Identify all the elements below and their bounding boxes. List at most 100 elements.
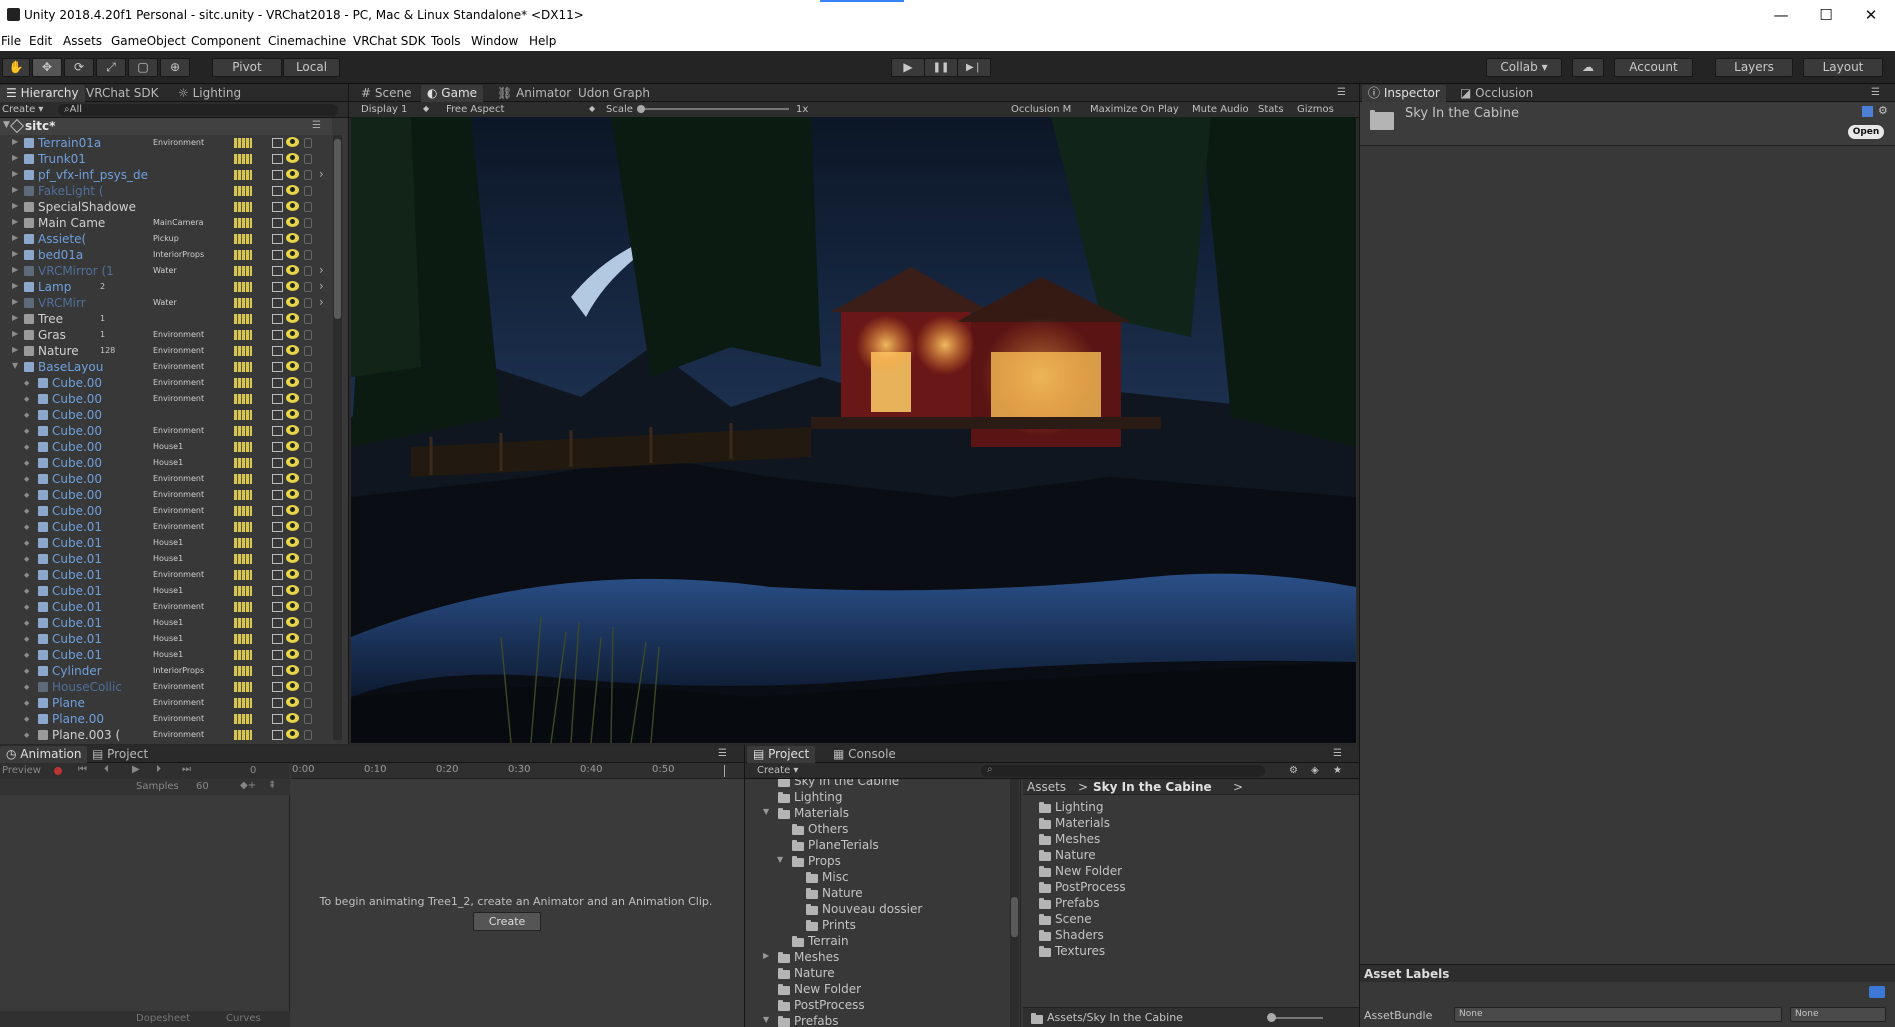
hierarchy-row[interactable]: ▶ Lamp 2 › [0,279,340,295]
select-box-icon[interactable] [272,298,283,308]
select-box-icon[interactable] [272,506,283,516]
expand-arrow-icon[interactable]: ▶ [12,281,18,290]
tab-console[interactable]: ▦ Console [827,746,902,763]
hierarchy-row[interactable]: ◆ Cube.01 House1 [0,583,340,599]
gizmos-dropdown[interactable]: Gizmos [1297,104,1334,115]
expand-arrow-icon[interactable]: ◆ [24,443,29,451]
panel-menu-icon[interactable]: ☰ [1331,85,1352,102]
select-box-icon[interactable] [272,138,283,148]
lock-icon[interactable] [304,570,312,580]
menu-window[interactable]: Window [471,34,518,48]
expand-arrow-icon[interactable]: ◆ [24,731,29,739]
breadcrumb-assets[interactable]: Assets [1027,780,1066,794]
tab-inspector[interactable]: ⓘ Inspector [1362,85,1446,102]
hierarchy-row[interactable]: ◆ Cube.01 House1 [0,631,340,647]
prefab-open-chevron-icon[interactable]: › [319,279,324,293]
menu-file[interactable]: File [1,34,21,48]
visibility-eye-icon[interactable] [286,457,299,467]
record-icon[interactable] [54,767,62,775]
lock-icon[interactable] [304,362,312,372]
step-button[interactable]: ▶❘ [957,58,991,77]
lock-icon[interactable] [304,554,312,564]
expand-arrow-icon[interactable]: ◆ [24,459,29,467]
lock-icon[interactable] [304,666,312,676]
project-folder-item[interactable]: Lighting [1023,799,1359,815]
expand-arrow-icon[interactable]: ▶ [12,201,18,210]
expand-arrow-icon[interactable]: ◆ [24,619,29,627]
hand-tool-icon[interactable]: ✋ [2,58,30,77]
expand-arrow-icon[interactable]: ◆ [24,427,29,435]
project-tree-row[interactable]: Misc [745,869,1020,885]
project-tree-row[interactable]: PlaneTerials [745,837,1020,853]
account-dropdown[interactable]: Account [1614,58,1693,77]
expand-arrow-icon[interactable]: ◆ [24,699,29,707]
create-animation-button[interactable]: Create [473,912,541,931]
hierarchy-row[interactable]: ◆ Cube.00 Environment [0,423,340,439]
visibility-eye-icon[interactable] [286,681,299,691]
project-folder-item[interactable]: Nature [1023,847,1359,863]
visibility-eye-icon[interactable] [286,281,299,291]
settings-gear-icon[interactable]: ⚙ [1878,104,1888,117]
lock-icon[interactable] [304,714,312,724]
select-box-icon[interactable] [272,554,283,564]
visibility-eye-icon[interactable] [286,585,299,595]
lock-icon[interactable] [304,634,312,644]
hierarchy-row[interactable]: ▶ Terrain01a Environment [0,135,340,151]
project-search-input[interactable] [981,765,1265,777]
hierarchy-row[interactable]: ▶ Nature 128 Environment [0,343,340,359]
hierarchy-row[interactable]: ◆ Cube.01 House1 [0,535,340,551]
close-button[interactable]: ✕ [1848,4,1894,28]
scale-slider-thumb[interactable] [637,105,645,113]
hierarchy-row[interactable]: ▶ Main Came MainCamera [0,215,340,231]
select-box-icon[interactable] [272,154,283,164]
lock-icon[interactable] [304,586,312,596]
select-box-icon[interactable] [272,522,283,532]
project-tree-row[interactable]: Nature [745,965,1020,981]
expand-arrow-icon[interactable]: ◆ [24,507,29,515]
expand-arrow-icon[interactable]: ◆ [24,379,29,387]
select-box-icon[interactable] [272,618,283,628]
hierarchy-row[interactable]: ◆ Cube.00 House1 [0,455,340,471]
icon-size-slider-thumb[interactable] [1267,1013,1276,1022]
select-box-icon[interactable] [272,698,283,708]
hierarchy-row[interactable]: ◆ Plane.00 Environment [0,711,340,727]
stats-toggle[interactable]: Stats [1258,104,1284,115]
lock-icon[interactable] [304,250,312,260]
visibility-eye-icon[interactable] [286,409,299,419]
lock-icon[interactable] [304,314,312,324]
visibility-eye-icon[interactable] [286,713,299,723]
play-anim-icon[interactable]: ▶ [132,764,140,775]
filter-type-icon[interactable]: ⚙ [1289,765,1298,776]
tab-hierarchy[interactable]: ☰ Hierarchy [0,85,85,102]
expand-arrow-icon[interactable]: ◆ [24,587,29,595]
tab-vrchat-sdk[interactable]: VRChat SDK [80,85,165,102]
expand-arrow-icon[interactable]: ▶ [12,313,18,322]
menu-component[interactable]: Component [191,34,261,48]
transform-tool-icon[interactable]: ⊕ [160,58,190,77]
lock-icon[interactable] [304,282,312,292]
hierarchy-row[interactable]: ▶ SpecialShadowe [0,199,340,215]
project-tree-row[interactable]: Nature [745,885,1020,901]
lock-icon[interactable] [304,458,312,468]
lock-icon[interactable] [304,394,312,404]
lock-icon[interactable] [304,186,312,196]
expand-arrow-icon[interactable]: ▶ [12,249,18,258]
select-box-icon[interactable] [272,666,283,676]
tab-animation[interactable]: ◷ Animation [0,746,88,763]
filter-label-icon[interactable]: ◈ [1311,765,1319,776]
hierarchy-row[interactable]: ▶ Gras 1 Environment [0,327,340,343]
layers-dropdown[interactable]: Layers [1715,58,1793,77]
lock-icon[interactable] [304,330,312,340]
menu-tools[interactable]: Tools [431,34,461,48]
add-keyframe-icon[interactable]: ◆+ [240,780,256,791]
project-tree-scrollbar[interactable] [1010,779,1019,1027]
game-view-render[interactable] [351,117,1356,743]
project-folder-item[interactable]: Materials [1023,815,1359,831]
tree-expand-arrow-icon[interactable]: ▶ [763,951,769,960]
visibility-eye-icon[interactable] [286,633,299,643]
expand-arrow-icon[interactable]: ▶ [12,345,18,354]
lock-icon[interactable] [304,154,312,164]
hierarchy-row[interactable]: ◆ Plane.003 (Environment [0,727,340,743]
select-box-icon[interactable] [272,346,283,356]
open-button[interactable]: Open [1848,125,1884,139]
